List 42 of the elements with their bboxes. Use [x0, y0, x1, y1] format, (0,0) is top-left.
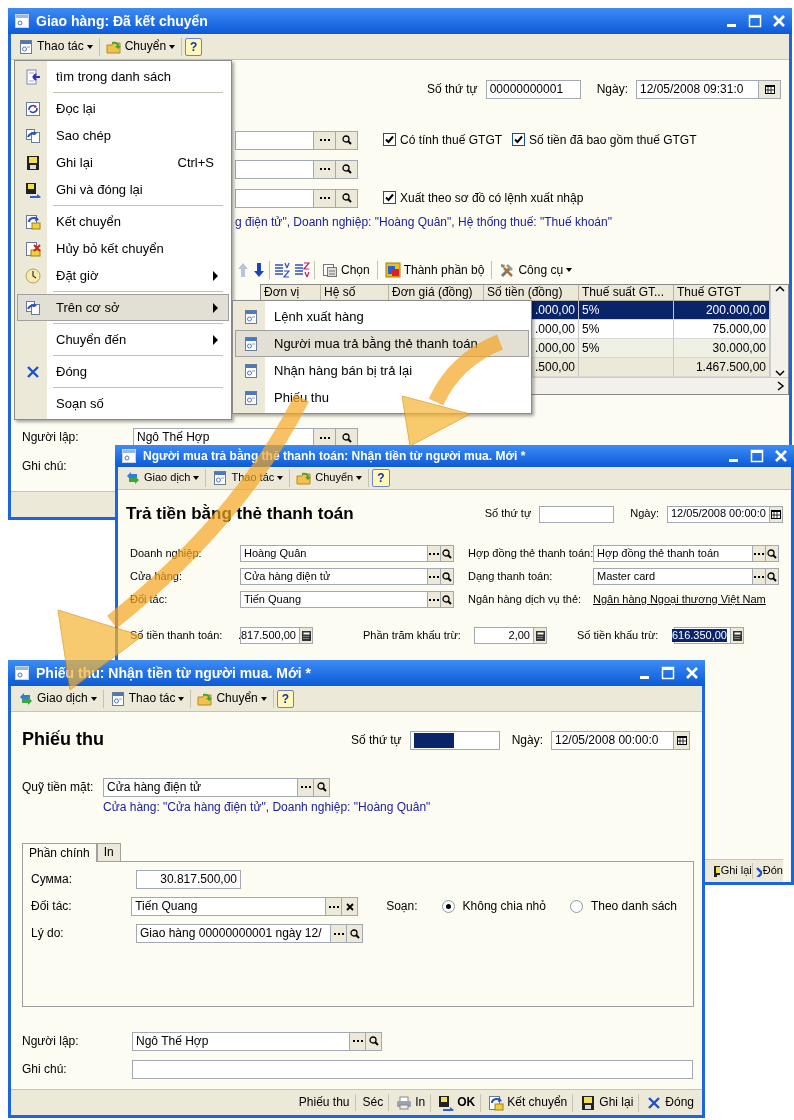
field-label: Người lập: [22, 430, 80, 445]
window-title: Giao hàng: Đã kết chuyển [36, 12, 208, 30]
radio-label: Không chia nhỏ [462, 899, 546, 914]
table-cell: 5% [582, 302, 600, 318]
table-cell: 1.467.500,00 [695, 359, 766, 375]
field-label: Ngày: [630, 507, 659, 521]
checkbox-label: Có tính thuế GTGT [400, 132, 503, 148]
field-label: Сумма: [31, 872, 74, 887]
field-label: Số tiền khấu trừ: [577, 628, 660, 643]
field-label: Số thứ tự [426, 81, 478, 97]
table-cell: .500,00 [534, 359, 575, 375]
table-cell: .000,00 [534, 302, 575, 318]
field-label: Dạng thanh toán: [468, 569, 554, 584]
field-label: Ngày: [511, 732, 543, 748]
table-cell: .000,00 [534, 340, 575, 356]
table-cell: 75.000,00 [712, 321, 766, 337]
field-label: Ngân hàng dịch vụ thẻ: [468, 592, 583, 607]
table-cell: 200.000,00 [705, 302, 766, 318]
info-text: g điện tử", Doanh nghiệp: "Hoàng Quân", Hệ thống thuế: "Thuế khoán" [235, 214, 612, 230]
field-label: Số thứ tự [484, 507, 532, 521]
table-cell: 30.000,00 [712, 340, 766, 356]
field-label: Phần trăm khấu trừ: [363, 628, 462, 643]
field-label: Số thứ tự [350, 732, 402, 748]
field-label: Ghi chú: [22, 459, 67, 474]
field-label: Số tiền thanh toán: [130, 628, 224, 643]
info-text: Cửa hàng: "Cửa hàng điện tử", Doanh nghiệp: "Hoàng Quân" [102, 800, 432, 815]
field-label: Ghi chú: [22, 1061, 68, 1077]
checkbox-label: Số tiền đã bao gồm thuế GTGT [529, 132, 697, 148]
table-cell: .000,00 [534, 321, 575, 337]
table-cell: 5% [582, 321, 600, 337]
field-label: Soạn: [386, 899, 418, 914]
field-label: Người lập: [22, 1033, 80, 1049]
table-cell: 5% [582, 340, 600, 356]
checkbox-label: Xuất theo sơ đồ có lệnh xuất nhập [400, 190, 584, 206]
field-label: Lý do: [31, 926, 65, 941]
field-label: Đối tác: [31, 899, 73, 914]
field-label: Quỹ tiền mặt: [22, 779, 95, 795]
form-heading: Phiếu thu [22, 729, 104, 751]
field-label: Hợp đồng thẻ thanh toán: [468, 546, 593, 561]
field-label: Ngày: [596, 81, 628, 97]
field-label: Đối tác: [130, 592, 169, 607]
radio-label: Theo danh sách [590, 899, 677, 914]
